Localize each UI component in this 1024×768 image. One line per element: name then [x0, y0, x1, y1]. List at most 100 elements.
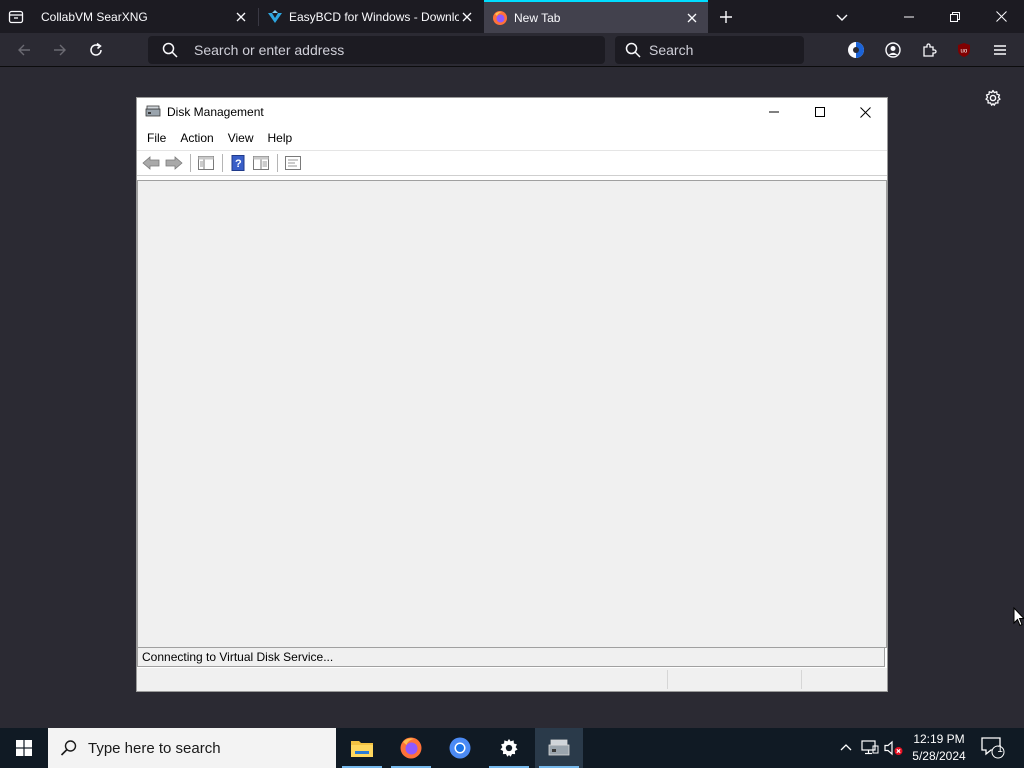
close-icon	[236, 12, 246, 21]
menu-help[interactable]: Help	[262, 129, 299, 147]
toolbar-separator	[190, 154, 191, 172]
toolbar-separator	[222, 154, 223, 172]
close-tab-button[interactable]	[233, 9, 249, 25]
firefox-icon	[400, 737, 422, 759]
notification-count: 1	[997, 744, 1003, 755]
disk-management-icon	[548, 739, 570, 756]
toolbar-back-button[interactable]	[140, 152, 162, 174]
window-titlebar[interactable]: Disk Management	[137, 98, 887, 126]
forward-button[interactable]	[48, 38, 72, 62]
toolbar-separator	[277, 154, 278, 172]
menu-file[interactable]: File	[141, 129, 172, 147]
reload-icon	[90, 42, 102, 56]
disk-management-content-area	[137, 180, 887, 648]
taskbar-search-box[interactable]: Type here to search	[48, 728, 336, 768]
toolbar-forward-button[interactable]	[163, 152, 185, 174]
taskbar-firefox[interactable]	[387, 728, 435, 768]
gear-icon	[985, 89, 1001, 106]
tab-strip: CollabVM SearXNG EasyBCD for Windows - D…	[0, 0, 1024, 33]
close-tab-button[interactable]	[684, 10, 700, 26]
search-icon	[162, 42, 178, 58]
ublock-origin-icon: uo	[958, 43, 970, 57]
window-toolbar: ?	[137, 150, 887, 176]
taskbar-chromium[interactable]	[436, 728, 484, 768]
tab-title: New Tab	[514, 10, 561, 25]
status-message: Connecting to Virtual Disk Service...	[137, 647, 885, 667]
taskbar-disk-management[interactable]	[535, 728, 583, 768]
help-icon: ?	[231, 155, 245, 171]
disk-management-icon	[145, 105, 161, 117]
clock-time: 12:19 PM	[913, 732, 965, 746]
show-hide-console-tree-icon	[198, 156, 214, 170]
window-close-button[interactable]	[842, 98, 888, 126]
window-maximize-button[interactable]	[797, 98, 843, 126]
puzzle-icon	[923, 43, 937, 57]
plus-icon	[720, 11, 732, 23]
search-icon	[625, 42, 641, 58]
window-minimize-button[interactable]	[751, 98, 797, 126]
toolbar-console-tree-button[interactable]	[195, 152, 217, 174]
close-icon	[859, 106, 871, 118]
menu-action[interactable]: Action	[174, 129, 219, 147]
open-menu-button[interactable]	[988, 38, 1012, 62]
list-all-tabs-button[interactable]	[830, 5, 854, 29]
taskbar-clock[interactable]: 12:19 PM 5/28/2024	[906, 731, 972, 765]
search-icon	[60, 738, 80, 758]
taskbar-file-explorer[interactable]	[338, 728, 386, 768]
tab-collabvm-searxng[interactable]: CollabVM SearXNG	[33, 0, 257, 33]
start-button[interactable]	[0, 728, 48, 768]
chevron-down-icon	[836, 14, 848, 21]
firefox-view-icon	[8, 10, 24, 24]
taskbar: Type here to search 12:19 PM 5/28/2024 1	[0, 728, 1024, 768]
extensions-button[interactable]	[917, 38, 941, 62]
volume-muted-icon	[884, 740, 903, 756]
search-input[interactable]	[649, 42, 799, 58]
status-pane	[801, 670, 887, 689]
reload-button[interactable]	[84, 38, 108, 62]
chevron-up-icon	[840, 744, 852, 751]
minimize-button[interactable]	[886, 0, 932, 33]
status-pane	[667, 670, 801, 689]
menu-bar: File Action View Help	[137, 126, 887, 150]
restore-button[interactable]	[932, 0, 978, 33]
new-tab-button[interactable]	[714, 5, 738, 29]
close-window-button[interactable]	[978, 0, 1024, 33]
navigation-toolbar: uo	[0, 33, 1024, 67]
back-button[interactable]	[12, 38, 36, 62]
close-icon	[687, 13, 697, 22]
close-tab-button[interactable]	[459, 9, 475, 25]
settings-icon	[500, 738, 518, 757]
toolbar-console-view-button[interactable]	[250, 152, 272, 174]
windows-logo-icon	[16, 740, 32, 756]
action-center-button[interactable]: 1	[980, 736, 1006, 760]
toolbar-help-button[interactable]: ?	[227, 152, 249, 174]
hamburger-menu-icon	[994, 45, 1006, 55]
new-tab-settings-button[interactable]	[982, 87, 1004, 109]
address-input[interactable]	[194, 42, 574, 58]
tab-new-tab[interactable]: New Tab	[484, 0, 708, 33]
ublock-origin-button[interactable]: uo	[952, 38, 976, 62]
minimize-icon	[904, 16, 914, 17]
properties-icon	[285, 156, 301, 170]
taskbar-settings[interactable]	[485, 728, 533, 768]
tab-easybcd[interactable]: EasyBCD for Windows - Downlo	[259, 0, 483, 33]
toolbar-properties-button[interactable]	[282, 152, 304, 174]
minimize-icon	[769, 111, 779, 113]
search-bar[interactable]	[615, 36, 804, 64]
menu-view[interactable]: View	[222, 129, 260, 147]
forward-arrow-icon	[54, 44, 66, 56]
address-bar[interactable]	[148, 36, 605, 64]
account-icon	[885, 42, 901, 58]
tab-title: EasyBCD for Windows - Downlo	[289, 9, 459, 24]
tab-title: CollabVM SearXNG	[41, 9, 148, 24]
window-title: Disk Management	[167, 105, 264, 119]
show-hidden-icons-button[interactable]	[836, 738, 856, 758]
firefox-view-button[interactable]	[4, 5, 28, 29]
network-tray-button[interactable]	[860, 738, 880, 758]
volume-tray-button[interactable]	[884, 738, 904, 758]
account-button[interactable]	[881, 38, 905, 62]
network-icon	[861, 740, 879, 755]
chromium-icon	[449, 737, 471, 759]
privacy-extension-button[interactable]	[844, 38, 868, 62]
clock-date: 5/28/2024	[912, 749, 966, 763]
